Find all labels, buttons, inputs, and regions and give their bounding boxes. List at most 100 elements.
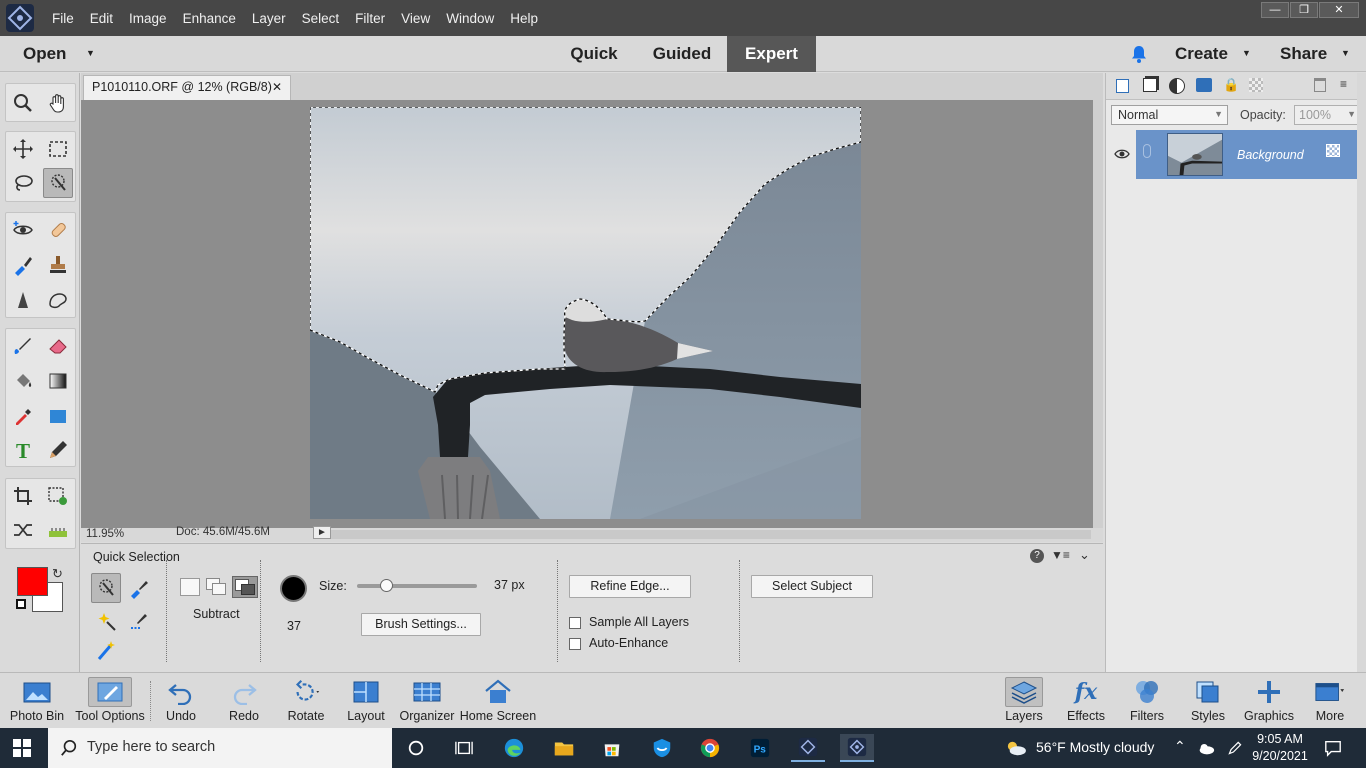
menu-file[interactable]: File (44, 11, 82, 26)
brush-preview-icon[interactable] (280, 575, 307, 602)
opacity-dropdown-icon[interactable]: ▼ (1347, 109, 1356, 119)
taskbar-clock[interactable]: 9:05 AM 9/20/2021 (1252, 731, 1308, 765)
refine-selection-brush-option-icon[interactable] (124, 606, 154, 636)
brush-tool-icon[interactable] (8, 331, 38, 361)
pencil-tool-icon[interactable] (43, 435, 73, 465)
sample-all-layers-checkbox[interactable] (569, 617, 581, 629)
canvas-horizontal-scrollbar[interactable] (331, 530, 1091, 539)
menu-view[interactable]: View (393, 11, 438, 26)
photoshop-elements-editor-icon[interactable] (840, 734, 874, 762)
magic-wand-option-icon[interactable] (91, 606, 121, 636)
blur-tool-icon[interactable] (8, 285, 38, 315)
layer-row-background[interactable]: Background (1136, 130, 1357, 179)
file-explorer-icon[interactable] (547, 734, 581, 762)
rectangle-shape-tool-icon[interactable] (43, 401, 73, 431)
show-hidden-icons-icon[interactable]: ⌃ (1174, 738, 1186, 755)
new-adjustment-layer-icon[interactable] (1169, 78, 1185, 94)
type-tool-icon[interactable]: T (8, 435, 38, 465)
size-slider[interactable] (357, 579, 477, 592)
blend-mode-select[interactable]: Normal ▼ (1111, 105, 1228, 125)
tab-quick[interactable]: Quick (555, 36, 633, 72)
tool-options-menu-icon[interactable]: ▼≡ (1051, 548, 1070, 562)
menu-help[interactable]: Help (502, 11, 546, 26)
red-eye-tool-icon[interactable] (8, 215, 38, 245)
notification-bell-icon[interactable] (1129, 44, 1149, 64)
notifications-icon[interactable] (1324, 739, 1342, 757)
default-colors-icon[interactable] (16, 599, 26, 609)
minimize-button[interactable]: — (1261, 2, 1289, 18)
redo-button[interactable]: Redo (223, 677, 265, 723)
subtract-from-selection-mode-icon[interactable] (232, 576, 258, 598)
marquee-tool-icon[interactable] (43, 134, 73, 164)
canvas-area[interactable] (81, 100, 1093, 528)
styles-button[interactable]: Styles (1186, 677, 1230, 723)
open-button[interactable]: Open (23, 44, 66, 64)
selection-brush-option-icon[interactable] (124, 573, 154, 603)
blend-mode-dropdown-icon[interactable]: ▼ (1214, 109, 1223, 119)
content-aware-move-tool-icon[interactable] (8, 515, 38, 545)
weather-text[interactable]: 56°F Mostly cloudy (1036, 739, 1154, 755)
edge-browser-icon[interactable] (497, 734, 531, 762)
graphics-button[interactable]: Graphics (1240, 677, 1298, 723)
new-group-icon[interactable] (1143, 78, 1157, 92)
close-window-button[interactable]: ✕ (1319, 2, 1359, 18)
rotate-button[interactable]: Rotate (282, 677, 330, 723)
move-tool-icon[interactable] (8, 134, 38, 164)
cortana-icon[interactable] (399, 734, 433, 762)
menu-edit[interactable]: Edit (82, 11, 121, 26)
create-dropdown-icon[interactable]: ▼ (1242, 48, 1251, 58)
layer-mask-icon[interactable] (1196, 78, 1212, 92)
menu-select[interactable]: Select (294, 11, 348, 26)
menu-enhance[interactable]: Enhance (175, 11, 244, 26)
document-tab[interactable]: P1010110.ORF @ 12% (RGB/8) ✕ (83, 75, 291, 100)
lasso-tool-icon[interactable] (8, 168, 38, 198)
filters-button[interactable]: Filters (1124, 677, 1170, 723)
select-subject-button[interactable]: Select Subject (751, 575, 873, 598)
recompose-tool-icon[interactable] (43, 481, 73, 511)
home-screen-button[interactable]: Home Screen (458, 677, 538, 723)
swap-colors-icon[interactable]: ↻ (52, 566, 63, 582)
windows-start-icon[interactable] (12, 738, 32, 758)
smart-brush-tool-icon[interactable] (8, 250, 38, 280)
eraser-tool-icon[interactable] (43, 331, 73, 361)
onedrive-cloud-icon[interactable] (1197, 742, 1215, 755)
menu-window[interactable]: Window (438, 11, 502, 26)
open-dropdown-icon[interactable]: ▼ (86, 48, 95, 58)
create-button[interactable]: Create (1175, 44, 1228, 64)
lock-all-icon[interactable]: 🔒 (1223, 77, 1239, 93)
shield-app-icon[interactable] (645, 734, 679, 762)
gradient-tool-icon[interactable] (43, 366, 73, 396)
help-icon[interactable]: ? (1030, 549, 1044, 563)
close-document-icon[interactable]: ✕ (272, 80, 282, 94)
tool-options-button[interactable]: Tool Options (72, 677, 148, 723)
paint-bucket-tool-icon[interactable] (8, 366, 38, 396)
status-menu-arrow-icon[interactable]: ► (313, 526, 331, 539)
quick-selection-tool-icon[interactable] (43, 168, 73, 198)
eyedropper-tool-icon[interactable] (8, 401, 38, 431)
canvas-vertical-scrollbar[interactable] (1093, 100, 1103, 528)
hand-tool-icon[interactable] (43, 88, 73, 118)
refine-edge-button[interactable]: Refine Edge... (569, 575, 691, 598)
share-button[interactable]: Share (1280, 44, 1327, 64)
microsoft-store-icon[interactable] (595, 734, 629, 762)
add-to-selection-mode-icon[interactable] (206, 578, 228, 596)
new-selection-mode-icon[interactable] (180, 578, 200, 596)
share-dropdown-icon[interactable]: ▼ (1341, 48, 1350, 58)
restore-button[interactable]: ❐ (1290, 2, 1318, 18)
effects-button[interactable]: fx Effects (1062, 677, 1110, 723)
new-layer-icon[interactable] (1116, 79, 1129, 93)
task-view-icon[interactable] (447, 734, 481, 762)
photo-bin-button[interactable]: Photo Bin (6, 677, 68, 723)
zoom-tool-icon[interactable] (8, 88, 38, 118)
layers-panel-scrollbar[interactable] (1357, 73, 1366, 672)
spot-healing-brush-icon[interactable] (43, 215, 73, 245)
straighten-tool-icon[interactable] (43, 515, 73, 545)
pen-workspace-icon[interactable] (1227, 740, 1243, 756)
opacity-field[interactable]: 100% ▼ (1294, 105, 1360, 125)
crop-tool-icon[interactable] (8, 481, 38, 511)
quick-selection-option-icon[interactable] (91, 573, 121, 603)
chrome-browser-icon[interactable] (693, 734, 727, 762)
auto-enhance-checkbox[interactable] (569, 638, 581, 650)
size-slider-thumb[interactable] (379, 579, 393, 592)
tab-guided[interactable]: Guided (640, 36, 724, 72)
